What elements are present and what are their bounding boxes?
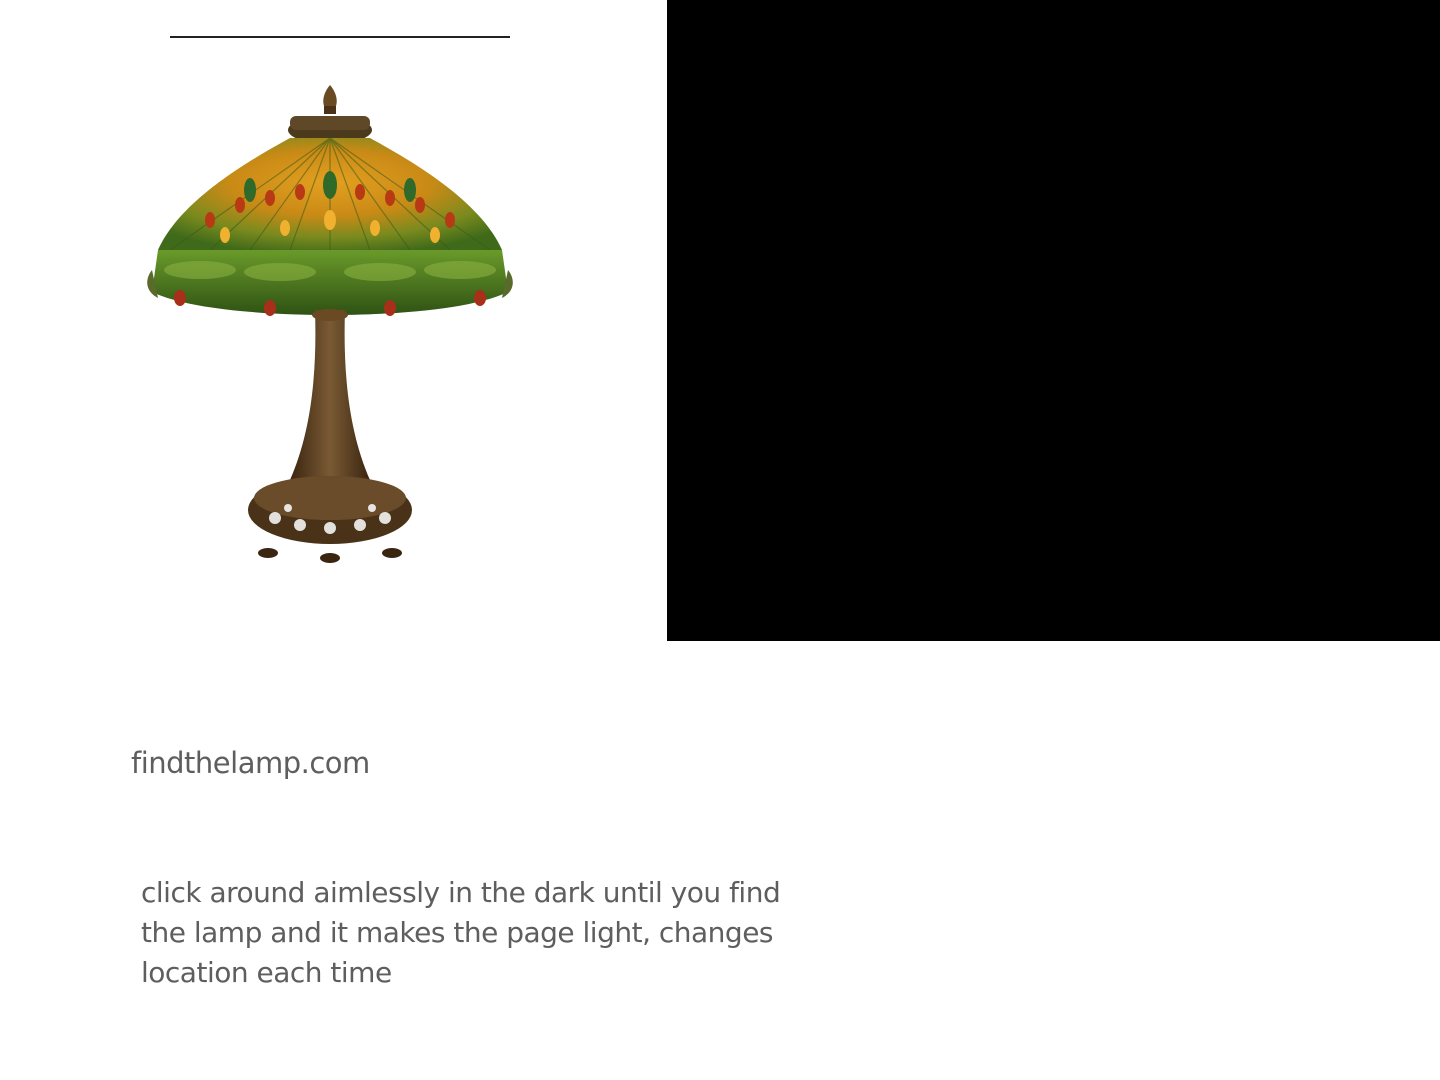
site-link[interactable]: findthelamp.com [131,746,370,780]
tiffany-dragonfly-lamp-icon [147,85,513,563]
dark-search-area[interactable] [667,0,1440,641]
lamp-image [140,30,520,610]
page: findthelamp.com click around aimlessly i… [0,0,1440,1080]
divider [170,36,510,38]
site-description: click around aimlessly in the dark until… [141,876,781,989]
